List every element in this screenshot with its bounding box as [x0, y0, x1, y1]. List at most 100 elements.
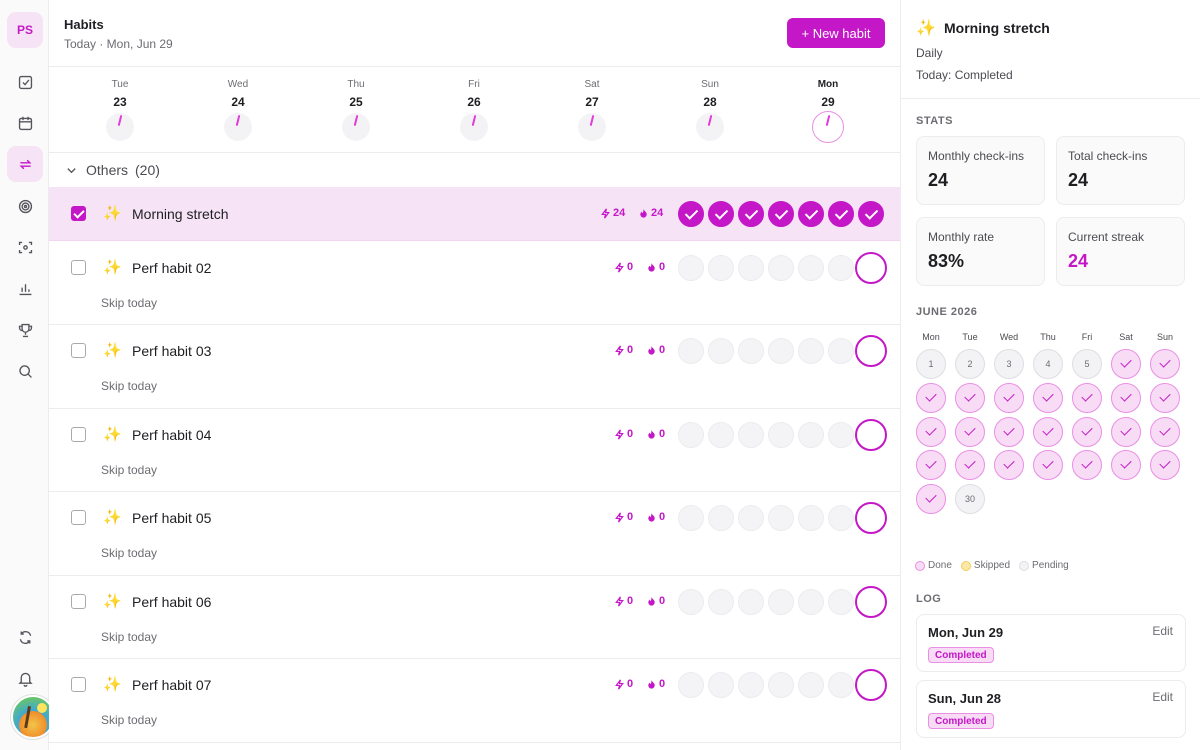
checkin-circle[interactable]	[678, 255, 704, 281]
calendar-day[interactable]: 30	[955, 484, 985, 514]
habit-row[interactable]: ✨ Perf habit 03 Skip today 0 0	[49, 325, 900, 409]
checkin-circle[interactable]	[708, 672, 734, 698]
calendar-nav-button[interactable]	[7, 105, 43, 141]
checkin-circle[interactable]	[798, 201, 824, 227]
habit-checkbox[interactable]	[71, 427, 86, 442]
checkin-circle[interactable]	[708, 422, 734, 448]
calendar-day-done[interactable]	[1111, 383, 1141, 413]
checkin-circle[interactable]	[738, 589, 764, 615]
skip-today-link[interactable]: Skip today	[101, 296, 157, 310]
checkin-circle[interactable]	[828, 338, 854, 364]
checkin-circle[interactable]	[768, 201, 794, 227]
checkin-circle[interactable]	[828, 201, 854, 227]
checkin-circle[interactable]	[738, 422, 764, 448]
calendar-day-done[interactable]	[1033, 450, 1063, 480]
calendar-day-done[interactable]	[1150, 450, 1180, 480]
calendar-day[interactable]: 1	[916, 349, 946, 379]
notifications-button[interactable]	[7, 660, 43, 696]
calendar-day[interactable]: 3	[994, 349, 1024, 379]
checkin-circle[interactable]	[678, 589, 704, 615]
calendar-day-done[interactable]	[916, 383, 946, 413]
calendar-day-done[interactable]	[1111, 349, 1141, 379]
habit-checkbox[interactable]	[71, 510, 86, 525]
group-header-others[interactable]: Others (20)	[49, 153, 900, 187]
skip-today-link[interactable]: Skip today	[101, 463, 157, 477]
checkin-circle[interactable]	[768, 422, 794, 448]
checkin-circle[interactable]	[798, 589, 824, 615]
checkin-circle[interactable]	[678, 422, 704, 448]
checkin-circle[interactable]	[678, 672, 704, 698]
calendar-day-done[interactable]	[1072, 383, 1102, 413]
checkin-circle[interactable]	[678, 201, 704, 227]
today-checkin-circle[interactable]	[855, 335, 887, 367]
focus-nav-button[interactable]	[7, 188, 43, 224]
today-checkin-circle[interactable]	[855, 419, 887, 451]
skip-today-link[interactable]: Skip today	[101, 546, 157, 560]
calendar-day[interactable]: 2	[955, 349, 985, 379]
today-checkin-circle[interactable]	[855, 252, 887, 284]
scan-nav-button[interactable]	[7, 229, 43, 265]
log-edit-link[interactable]: Edit	[1152, 624, 1173, 638]
habit-row[interactable]: ✨ Perf habit 05 Skip today 0 0	[49, 492, 900, 576]
today-checkin-circle[interactable]	[855, 586, 887, 618]
new-habit-button[interactable]: + New habit	[787, 18, 885, 48]
checkin-circle[interactable]	[828, 422, 854, 448]
checkin-circle[interactable]	[768, 672, 794, 698]
calendar-day-done[interactable]	[916, 417, 946, 447]
habit-checkbox[interactable]	[71, 594, 86, 609]
checkin-circle[interactable]	[798, 338, 824, 364]
checkin-circle[interactable]	[738, 338, 764, 364]
calendar-day-done[interactable]	[1033, 417, 1063, 447]
habit-row[interactable]: ✨ Perf habit 02 Skip today 0 0	[49, 241, 900, 325]
checkin-circle[interactable]	[828, 255, 854, 281]
calendar-day[interactable]: 5	[1072, 349, 1102, 379]
checkin-circle[interactable]	[768, 589, 794, 615]
checkin-circle[interactable]	[798, 505, 824, 531]
checkin-circle[interactable]	[678, 505, 704, 531]
calendar-day-done[interactable]	[994, 417, 1024, 447]
user-avatar[interactable]: PS	[7, 12, 43, 48]
checkin-circle[interactable]	[828, 672, 854, 698]
calendar-day-done[interactable]	[955, 450, 985, 480]
checkin-circle[interactable]	[798, 672, 824, 698]
calendar-day-done[interactable]	[1072, 450, 1102, 480]
checkin-circle[interactable]	[828, 589, 854, 615]
checkin-circle[interactable]	[738, 505, 764, 531]
calendar-day-done[interactable]	[1072, 417, 1102, 447]
tasks-nav-button[interactable]	[7, 64, 43, 100]
achievements-nav-button[interactable]	[7, 312, 43, 348]
habit-checkbox[interactable]	[71, 343, 86, 358]
calendar-day-done[interactable]	[1111, 450, 1141, 480]
checkin-circle[interactable]	[738, 672, 764, 698]
calendar-day-done[interactable]	[916, 484, 946, 514]
checkin-circle[interactable]	[798, 422, 824, 448]
checkin-circle[interactable]	[768, 505, 794, 531]
checkin-circle[interactable]	[828, 505, 854, 531]
checkin-circle[interactable]	[858, 201, 884, 227]
skip-today-link[interactable]: Skip today	[101, 713, 157, 727]
checkin-circle[interactable]	[708, 589, 734, 615]
checkin-circle[interactable]	[708, 255, 734, 281]
checkin-circle[interactable]	[708, 505, 734, 531]
skip-today-link[interactable]: Skip today	[101, 630, 157, 644]
habit-row[interactable]: ✨ Perf habit 07 Skip today 0 0	[49, 659, 900, 743]
today-checkin-circle[interactable]	[855, 669, 887, 701]
checkin-circle[interactable]	[738, 201, 764, 227]
checkin-circle[interactable]	[708, 338, 734, 364]
calendar-day-done[interactable]	[994, 383, 1024, 413]
calendar-day[interactable]: 4	[1033, 349, 1063, 379]
calendar-day-done[interactable]	[1111, 417, 1141, 447]
checkin-circle[interactable]	[708, 201, 734, 227]
checkin-circle[interactable]	[798, 255, 824, 281]
calendar-day-done[interactable]	[1150, 383, 1180, 413]
checkin-circle[interactable]	[678, 338, 704, 364]
habit-checkbox[interactable]	[71, 677, 86, 692]
calendar-day-done[interactable]	[994, 450, 1024, 480]
log-edit-link[interactable]: Edit	[1152, 690, 1173, 704]
habit-checkbox[interactable]	[71, 206, 86, 221]
statistics-nav-button[interactable]	[7, 270, 43, 306]
calendar-day-done[interactable]	[1150, 417, 1180, 447]
today-checkin-circle[interactable]	[855, 502, 887, 534]
calendar-day-done[interactable]	[1033, 383, 1063, 413]
habit-row[interactable]: ✨ Perf habit 04 Skip today 0 0	[49, 409, 900, 492]
